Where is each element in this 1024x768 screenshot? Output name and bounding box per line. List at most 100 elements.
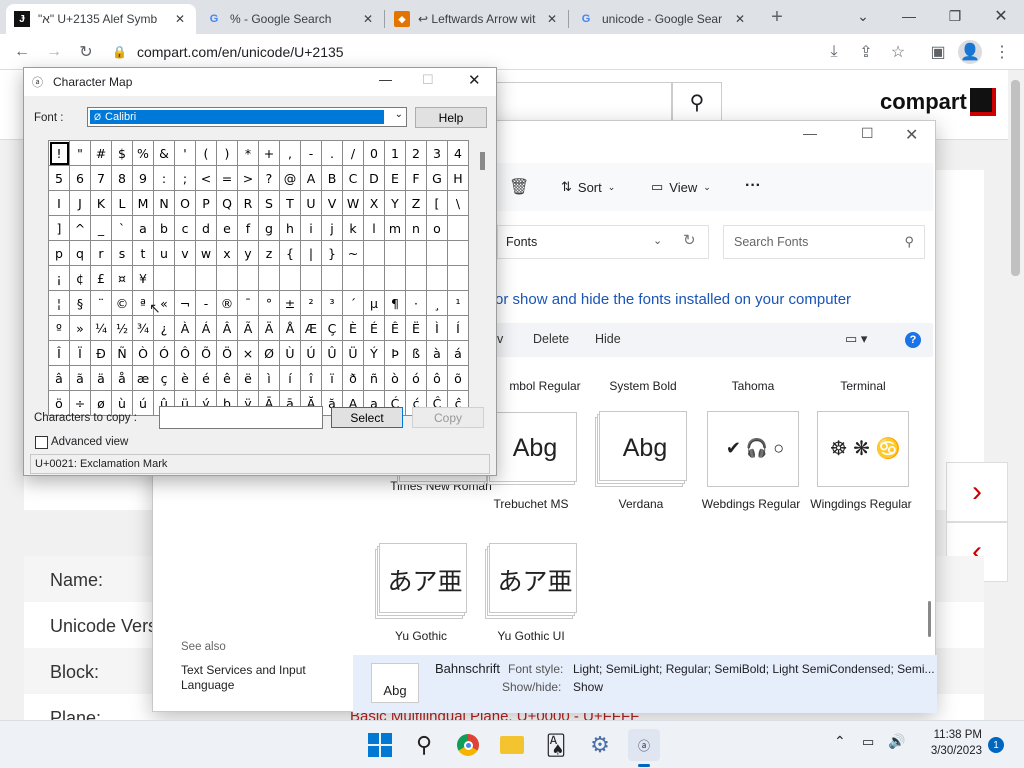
chevron-up-icon[interactable]: ⌃ [834, 733, 846, 750]
character-cell[interactable]: j [321, 215, 343, 241]
character-cell[interactable]: ¤ [111, 265, 133, 291]
character-cell[interactable]: E [384, 165, 406, 191]
close-icon[interactable]: ✕ [468, 71, 481, 89]
character-cell[interactable]: ± [279, 290, 301, 316]
character-cell[interactable]: ~ [342, 240, 364, 266]
character-cell[interactable]: È [342, 315, 364, 341]
character-cell[interactable]: ¦ [48, 290, 70, 316]
character-cell[interactable]: Ä [258, 315, 280, 341]
close-tab-icon[interactable]: ✕ [544, 12, 560, 26]
character-cell[interactable]: ¼ [90, 315, 112, 341]
character-grid[interactable]: ! " # $% & '() * +, -./0 1 2 3 4 5 6 7 8 9:; < = >? @ A B C D E F G H… [48, 140, 469, 416]
character-cell[interactable]: O [174, 190, 196, 216]
font-card-label[interactable]: Terminal [811, 379, 915, 393]
character-cell[interactable]: ó [405, 365, 427, 391]
character-cell[interactable] [342, 265, 364, 291]
help-button[interactable]: Help [415, 107, 487, 128]
close-tab-icon[interactable]: ✕ [732, 12, 748, 26]
character-cell[interactable] [447, 265, 469, 291]
character-cell[interactable]: # [90, 140, 112, 166]
character-cell[interactable]: á [447, 340, 469, 366]
character-cell[interactable]: £ [90, 265, 112, 291]
character-cell[interactable] [384, 265, 406, 291]
character-cell[interactable]: Á [195, 315, 217, 341]
character-cell[interactable]: Í [447, 315, 469, 341]
character-cell[interactable]: < [195, 165, 217, 191]
character-cell[interactable]: K [90, 190, 112, 216]
character-cell[interactable]: ï [321, 365, 343, 391]
character-cell[interactable]: 9 [132, 165, 154, 191]
character-cell[interactable]: ò [384, 365, 406, 391]
text-services-link[interactable]: Text Services and Input Language [181, 663, 331, 693]
character-cell[interactable]: è [174, 365, 196, 391]
character-cell[interactable]: T [279, 190, 301, 216]
site-search-input[interactable] [496, 82, 672, 122]
character-cell[interactable]: Ô [174, 340, 196, 366]
character-cell[interactable]: = [216, 165, 238, 191]
character-cell[interactable]: | [300, 240, 322, 266]
character-cell[interactable]: Â [216, 315, 238, 341]
character-cell[interactable]: Ã [237, 315, 259, 341]
character-cell[interactable]: Ö [216, 340, 238, 366]
tab-search-chevron-icon[interactable]: ⌄ [840, 0, 886, 32]
character-cell[interactable]: . [321, 140, 343, 166]
tab-leftwards-arrow[interactable]: ◆ ↩ Leftwards Arrow wit ✕ [386, 4, 568, 34]
character-cell[interactable]: ( [195, 140, 217, 166]
font-card-label[interactable]: System Bold [591, 379, 695, 393]
character-cell[interactable]: å [111, 365, 133, 391]
character-cell[interactable]: ¢ [69, 265, 91, 291]
font-card-label[interactable]: Tahoma [701, 379, 805, 393]
character-cell[interactable]: w [195, 240, 217, 266]
forward-icon[interactable]: → [42, 40, 66, 64]
character-cell[interactable]: v [174, 240, 196, 266]
character-cell[interactable]: · [405, 290, 427, 316]
character-cell[interactable]: ? [258, 165, 280, 191]
character-cell[interactable]: n [405, 215, 427, 241]
character-cell[interactable]: Ø [258, 340, 280, 366]
grid-scrollbar-thumb[interactable] [480, 152, 485, 170]
character-cell[interactable]: Q [216, 190, 238, 216]
character-cell[interactable]: ¸ [426, 290, 448, 316]
restore-icon[interactable]: ❐ [932, 0, 978, 32]
character-cell[interactable]: ¿ [153, 315, 175, 341]
character-cell[interactable]: J [69, 190, 91, 216]
character-cell[interactable] [384, 240, 406, 266]
maximize-icon[interactable]: ☐ [861, 125, 874, 142]
characters-to-copy-input[interactable] [159, 406, 323, 429]
volume-icon[interactable]: 🔊 [888, 733, 905, 750]
character-cell[interactable]: æ [132, 365, 154, 391]
character-cell[interactable] [174, 265, 196, 291]
character-cell[interactable]: ì [258, 365, 280, 391]
character-cell[interactable] [300, 265, 322, 291]
character-cell[interactable]: b [153, 215, 175, 241]
character-cell[interactable]: ² [300, 290, 322, 316]
character-cell[interactable]: Z [405, 190, 427, 216]
character-cell[interactable]: l [363, 215, 385, 241]
character-cell[interactable]: ^ [69, 215, 91, 241]
character-cell[interactable]: p [48, 240, 70, 266]
recycle-bin-icon[interactable]: 🗑 [509, 177, 529, 197]
menu-icon[interactable]: ⋮ [990, 40, 1014, 64]
font-card-verdana[interactable]: Abg Verdana [589, 409, 693, 521]
character-cell[interactable]: Ï [69, 340, 91, 366]
page-scrollbar-thumb[interactable] [1011, 80, 1020, 276]
compart-logo[interactable]: compart [880, 88, 996, 116]
character-cell[interactable]: ã [69, 365, 91, 391]
character-cell[interactable]: u [153, 240, 175, 266]
character-cell[interactable]: a [132, 215, 154, 241]
tab-google-search-percent[interactable]: G % - Google Search ✕ [198, 4, 384, 34]
character-cell[interactable]: I [48, 190, 70, 216]
character-cell[interactable] [405, 265, 427, 291]
character-cell[interactable]: M [132, 190, 154, 216]
character-cell[interactable]: ¶ [384, 290, 406, 316]
character-cell[interactable]: : [153, 165, 175, 191]
character-cell[interactable]: o [426, 215, 448, 241]
character-cell[interactable]: c [174, 215, 196, 241]
character-cell[interactable]: / [342, 140, 364, 166]
character-cell[interactable]: F [405, 165, 427, 191]
character-cell[interactable]: ¾ [132, 315, 154, 341]
minimize-icon[interactable]: — [379, 72, 392, 87]
character-cell[interactable]: 5 [48, 165, 70, 191]
character-cell[interactable]: [ [426, 190, 448, 216]
tab-unicode-search[interactable]: G unicode - Google Sear ✕ [570, 4, 756, 34]
